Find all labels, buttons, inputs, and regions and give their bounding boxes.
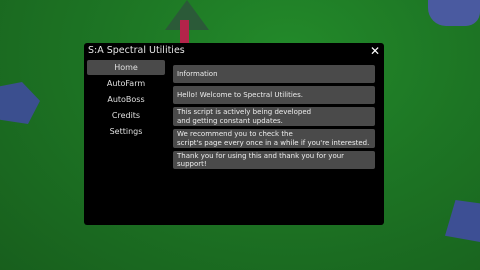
close-icon[interactable]: ✕ [368, 43, 382, 59]
info-card-development: This script is actively being developed … [173, 107, 375, 126]
information-header: Information [173, 65, 375, 83]
info-card-welcome: Hello! Welcome to Spectral Utilities. [173, 86, 375, 104]
window-title: S:A Spectral Utilities [88, 45, 185, 56]
sidebar-nav: Home AutoFarm AutoBoss Credits Settings [87, 60, 165, 140]
info-card-recommendation: We recommend you to check the script's p… [173, 129, 375, 148]
spectral-utilities-window: S:A Spectral Utilities ✕ Home AutoFarm A… [84, 43, 384, 225]
information-header-label: Information [177, 69, 218, 78]
window-titlebar[interactable]: S:A Spectral Utilities ✕ [84, 43, 384, 59]
sidebar-item-home[interactable]: Home [87, 60, 165, 75]
info-card-text: We recommend you to check the script's p… [177, 130, 370, 147]
sidebar-item-credits[interactable]: Credits [87, 108, 165, 123]
info-card-text: Thank you for using this and thank you f… [177, 151, 345, 169]
home-content: Information Hello! Welcome to Spectral U… [173, 65, 375, 172]
sidebar-item-autofarm[interactable]: AutoFarm [87, 76, 165, 91]
sidebar-item-settings[interactable]: Settings [87, 124, 165, 139]
info-card-text: Hello! Welcome to Spectral Utilities. [177, 90, 303, 99]
rock-top-right [428, 0, 480, 26]
info-card-text: This script is actively being developed … [177, 108, 312, 125]
sidebar-item-autoboss[interactable]: AutoBoss [87, 92, 165, 107]
info-card-thanks: Thank you for using this and thank you f… [173, 151, 375, 169]
